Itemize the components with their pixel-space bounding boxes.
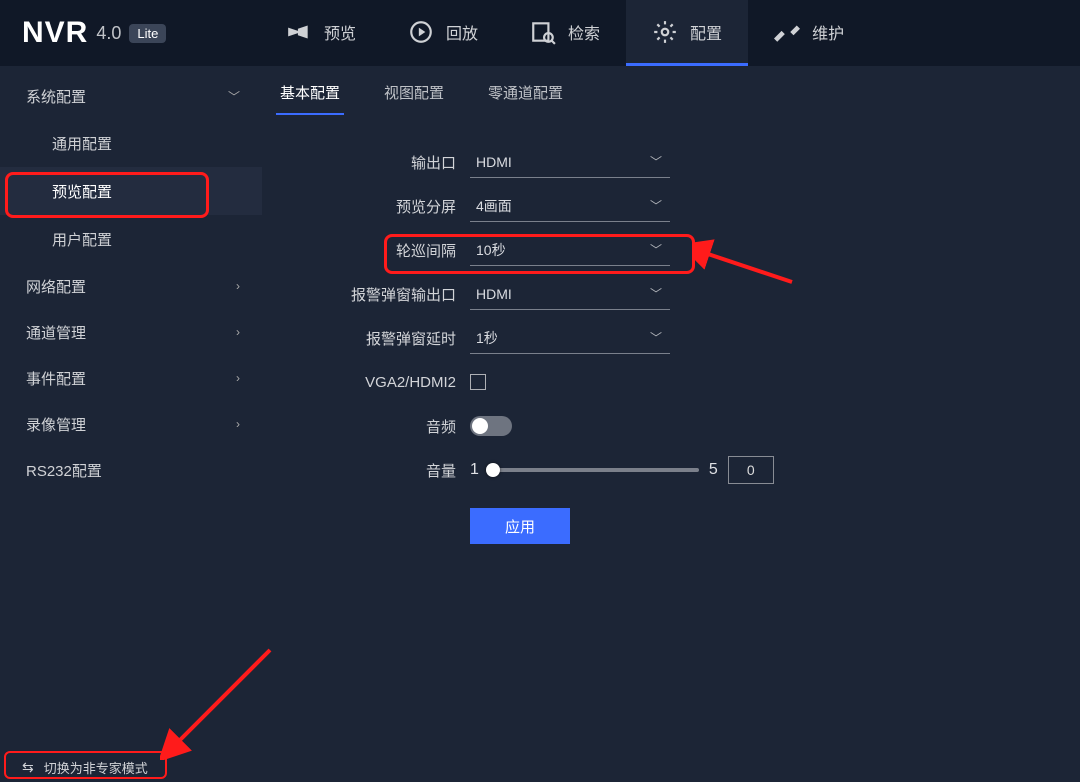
nav-maintain-label: 维护: [812, 20, 844, 44]
preview-config-form: 输出口 HDMI ﹀ 预览分屏 4画面 ﹀ 轮巡间隔 10秒 ﹀ 报警弹窗输出口…: [270, 140, 1080, 548]
select-alarm-popup-delay[interactable]: 1秒 ﹀: [470, 322, 670, 354]
sidebar-item-preview[interactable]: 预览配置: [0, 167, 262, 215]
label-output-port: 输出口: [270, 152, 470, 173]
brand-version: 4.0: [96, 23, 121, 44]
sidebar-group-system-label: 系统配置: [26, 86, 86, 107]
select-alarm-popup-port-value: HDMI: [476, 286, 512, 302]
sidebar-group-network[interactable]: 网络配置 ›: [0, 263, 262, 309]
label-vga2hdmi2: VGA2/HDMI2: [270, 374, 470, 391]
label-tour-interval: 轮巡间隔: [270, 240, 470, 261]
sidebar-group-event[interactable]: 事件配置 ›: [0, 355, 262, 401]
sidebar-group-channel-label: 通道管理: [26, 322, 86, 343]
top-bar: NVR 4.0 Lite 预览 回放 检索 配置 维护: [0, 0, 1080, 66]
sidebar-group-channel[interactable]: 通道管理 ›: [0, 309, 262, 355]
nav-config-label: 配置: [690, 20, 722, 44]
sidebar-group-record[interactable]: 录像管理 ›: [0, 401, 262, 447]
sidebar-item-general[interactable]: 通用配置: [0, 119, 262, 167]
sidebar-item-general-label: 通用配置: [52, 133, 112, 154]
chevron-right-icon: ›: [236, 417, 240, 431]
select-preview-split-value: 4画面: [476, 196, 512, 216]
sidebar-group-network-label: 网络配置: [26, 276, 86, 297]
camera-icon: [286, 19, 312, 45]
sidebar-group-rs232[interactable]: RS232配置: [0, 447, 262, 493]
brand-name: NVR: [22, 16, 88, 50]
nav-search[interactable]: 检索: [504, 0, 626, 66]
label-audio: 音频: [270, 416, 470, 437]
sub-tabs: 基本配置 视图配置 零通道配置: [270, 74, 1080, 116]
chevron-down-icon: ﹀: [650, 197, 662, 214]
select-tour-interval[interactable]: 10秒 ﹀: [470, 234, 670, 266]
label-volume: 音量: [270, 460, 470, 481]
toggle-expert-mode[interactable]: ⇆ 切换为非专家模式: [0, 752, 166, 782]
brand-badge: Lite: [129, 24, 166, 43]
sidebar: 系统配置 ﹀ 通用配置 预览配置 用户配置 网络配置 › 通道管理 › 事件配置…: [0, 73, 262, 782]
nav-config[interactable]: 配置: [626, 0, 748, 66]
label-alarm-popup-delay: 报警弹窗延时: [270, 328, 470, 349]
select-alarm-popup-port[interactable]: HDMI ﹀: [470, 278, 670, 310]
nav-playback[interactable]: 回放: [382, 0, 504, 66]
chevron-down-icon: ﹀: [650, 329, 662, 346]
slider-volume[interactable]: [489, 468, 699, 472]
toggle-expert-mode-label: 切换为非专家模式: [44, 758, 148, 777]
sidebar-item-user-label: 用户配置: [52, 229, 112, 250]
checkbox-vga2hdmi2[interactable]: [470, 374, 486, 390]
sidebar-group-system[interactable]: 系统配置 ﹀: [0, 73, 262, 119]
subtab-zero[interactable]: 零通道配置: [484, 82, 567, 115]
nav-search-label: 检索: [568, 20, 600, 44]
chevron-down-icon: ﹀: [650, 241, 662, 258]
input-volume[interactable]: 0: [728, 456, 774, 484]
label-alarm-popup-port: 报警弹窗输出口: [270, 284, 470, 305]
nav-preview[interactable]: 预览: [260, 0, 382, 66]
select-output-port[interactable]: HDMI ﹀: [470, 146, 670, 178]
toggle-audio[interactable]: [470, 416, 512, 436]
sidebar-item-user[interactable]: 用户配置: [0, 215, 262, 263]
subtab-basic[interactable]: 基本配置: [276, 82, 344, 115]
select-alarm-popup-delay-value: 1秒: [476, 328, 498, 348]
chevron-down-icon: ﹀: [650, 285, 662, 302]
nav-playback-label: 回放: [446, 20, 478, 44]
playback-icon: [408, 19, 434, 45]
select-preview-split[interactable]: 4画面 ﹀: [470, 190, 670, 222]
sidebar-group-rs232-label: RS232配置: [26, 460, 102, 481]
sidebar-item-preview-label: 预览配置: [52, 181, 112, 202]
wrench-icon: [774, 19, 800, 45]
top-nav: 预览 回放 检索 配置 维护: [260, 0, 870, 66]
volume-control: 1 5 0: [470, 456, 774, 484]
volume-max: 5: [709, 461, 718, 479]
nav-maintain[interactable]: 维护: [748, 0, 870, 66]
chevron-down-icon: ﹀: [228, 88, 240, 105]
brand: NVR 4.0 Lite: [0, 0, 260, 66]
chevron-right-icon: ›: [236, 279, 240, 293]
select-output-port-value: HDMI: [476, 154, 512, 170]
switch-icon: ⇆: [22, 759, 34, 776]
apply-button[interactable]: 应用: [470, 508, 570, 544]
volume-min: 1: [470, 461, 479, 479]
subtab-view[interactable]: 视图配置: [380, 82, 448, 115]
search-icon: [530, 19, 556, 45]
chevron-right-icon: ›: [236, 371, 240, 385]
chevron-down-icon: ﹀: [650, 153, 662, 170]
sidebar-group-event-label: 事件配置: [26, 368, 86, 389]
label-preview-split: 预览分屏: [270, 196, 470, 217]
nav-preview-label: 预览: [324, 20, 356, 44]
sidebar-group-record-label: 录像管理: [26, 414, 86, 435]
select-tour-interval-value: 10秒: [476, 240, 506, 260]
gear-icon: [652, 19, 678, 45]
chevron-right-icon: ›: [236, 325, 240, 339]
